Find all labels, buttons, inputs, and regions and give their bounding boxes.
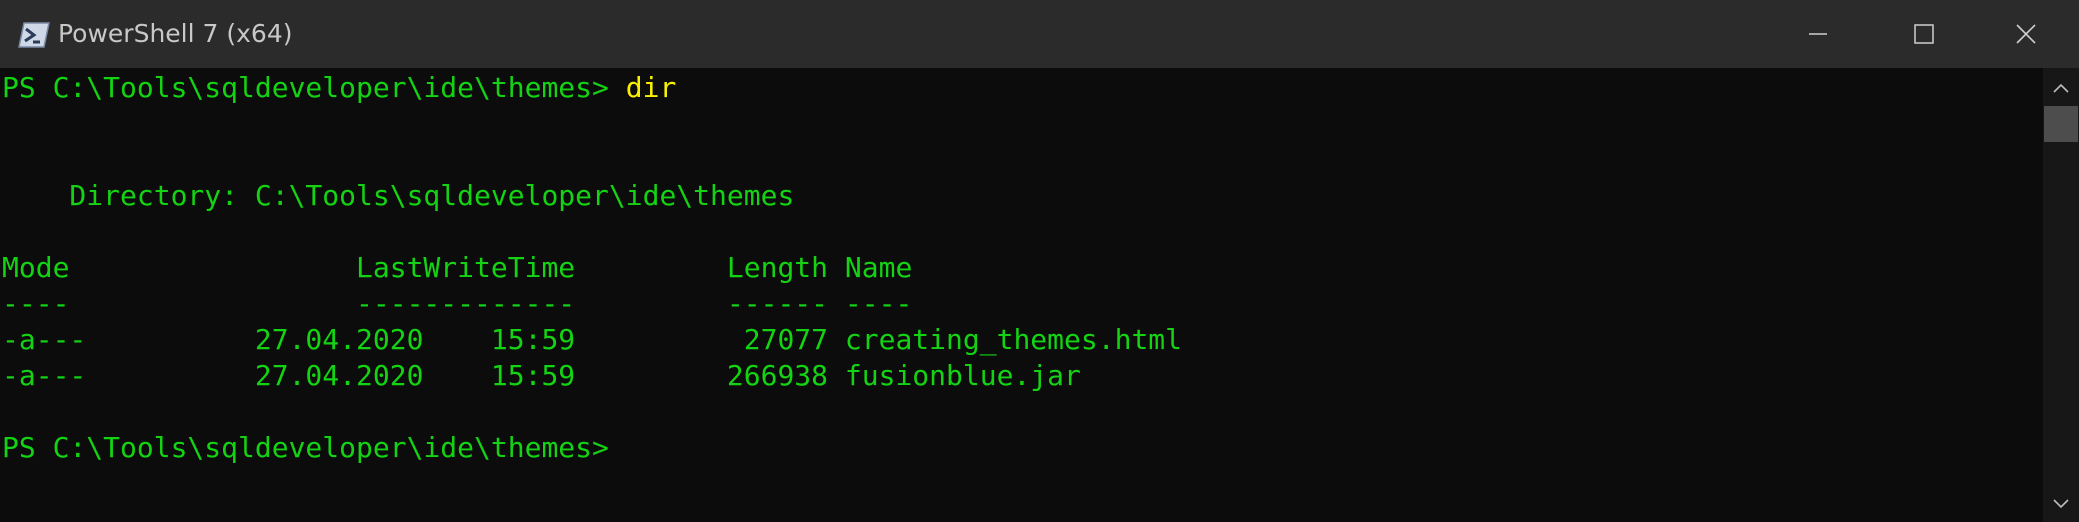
- title-bar[interactable]: PowerShell 7 (x64): [0, 0, 2079, 68]
- maximize-icon: [1914, 24, 1934, 44]
- table-row: -a--- 27.04.2020 15:59 266938 fusionblue…: [2, 359, 1081, 392]
- terminal-window: PowerShell 7 (x64) PS C:\Tools\sqldevelo…: [0, 0, 2079, 522]
- window-title: PowerShell 7 (x64): [58, 19, 293, 48]
- close-button[interactable]: [1973, 0, 2079, 68]
- table-separator: ---- ------------- ------ ----: [2, 287, 913, 320]
- scroll-up-icon[interactable]: [2051, 80, 2071, 99]
- minimize-icon: [1809, 33, 1827, 35]
- directory-line: Directory: C:\Tools\sqldeveloper\ide\the…: [2, 179, 795, 212]
- table-header: Mode LastWriteTime Length Name: [2, 251, 913, 284]
- terminal-output[interactable]: PS C:\Tools\sqldeveloper\ide\themes> dir…: [0, 68, 2043, 522]
- scroll-thumb[interactable]: [2044, 106, 2078, 142]
- command-text: dir: [625, 71, 677, 104]
- maximize-button[interactable]: [1871, 0, 1977, 68]
- powershell-icon: [18, 22, 50, 48]
- prompt-line: PS C:\Tools\sqldeveloper\ide\themes> dir: [2, 70, 676, 106]
- close-icon: [2016, 24, 2036, 44]
- scroll-down-icon[interactable]: [2051, 496, 2071, 515]
- final-prompt-line: PS C:\Tools\sqldeveloper\ide\themes>: [2, 431, 609, 464]
- minimize-button[interactable]: [1765, 0, 1871, 68]
- vertical-scrollbar[interactable]: [2043, 68, 2079, 522]
- prompt-text: PS C:\Tools\sqldeveloper\ide\themes>: [2, 71, 626, 104]
- table-row: -a--- 27.04.2020 15:59 27077 creating_th…: [2, 323, 1183, 356]
